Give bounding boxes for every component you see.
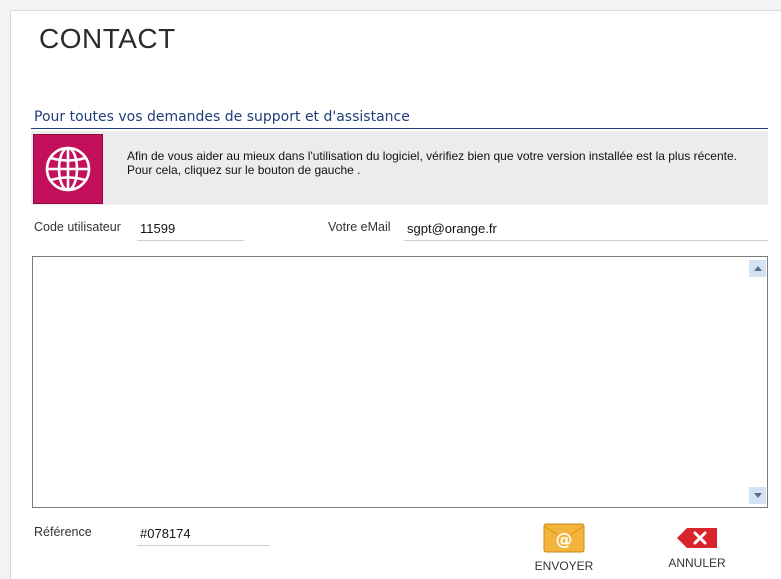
scroll-up-button[interactable] <box>749 260 766 277</box>
delete-x-icon <box>677 528 717 548</box>
info-line-1: Afin de vous aider au mieux dans l'utili… <box>127 149 737 163</box>
contact-panel: CONTACT Pour toutes vos demandes de supp… <box>10 10 781 579</box>
page-title: CONTACT <box>39 23 176 54</box>
message-textarea[interactable] <box>32 256 768 508</box>
envelope-at-icon: @ <box>543 523 585 553</box>
email-label: Votre eMail <box>328 220 391 234</box>
cancel-button[interactable]: ANNULER <box>662 526 732 570</box>
info-line-2: Pour cela, cliquez sur le bouton de gauc… <box>127 163 361 177</box>
svg-text:@: @ <box>556 530 573 550</box>
send-button[interactable]: @ ENVOYER <box>531 523 597 573</box>
arrow-up-icon <box>753 266 762 271</box>
scroll-down-button[interactable] <box>749 487 766 504</box>
reference-label: Référence <box>34 525 92 539</box>
user-code-label: Code utilisateur <box>34 220 121 234</box>
info-box: Afin de vous aider au mieux dans l'utili… <box>31 131 768 205</box>
support-section-title: Pour toutes vos demandes de support et d… <box>34 109 410 125</box>
send-label: ENVOYER <box>534 559 594 573</box>
user-code-field[interactable] <box>137 219 244 241</box>
email-field[interactable] <box>404 219 768 241</box>
info-text: Afin de vous aider au mieux dans l'utili… <box>127 149 757 177</box>
reference-field[interactable] <box>137 524 270 546</box>
cancel-label: ANNULER <box>668 556 726 570</box>
globe-icon <box>45 146 91 192</box>
message-scrollbar[interactable] <box>749 258 766 506</box>
section-divider <box>31 128 768 129</box>
check-version-button[interactable] <box>33 134 103 204</box>
arrow-down-icon <box>753 493 762 498</box>
